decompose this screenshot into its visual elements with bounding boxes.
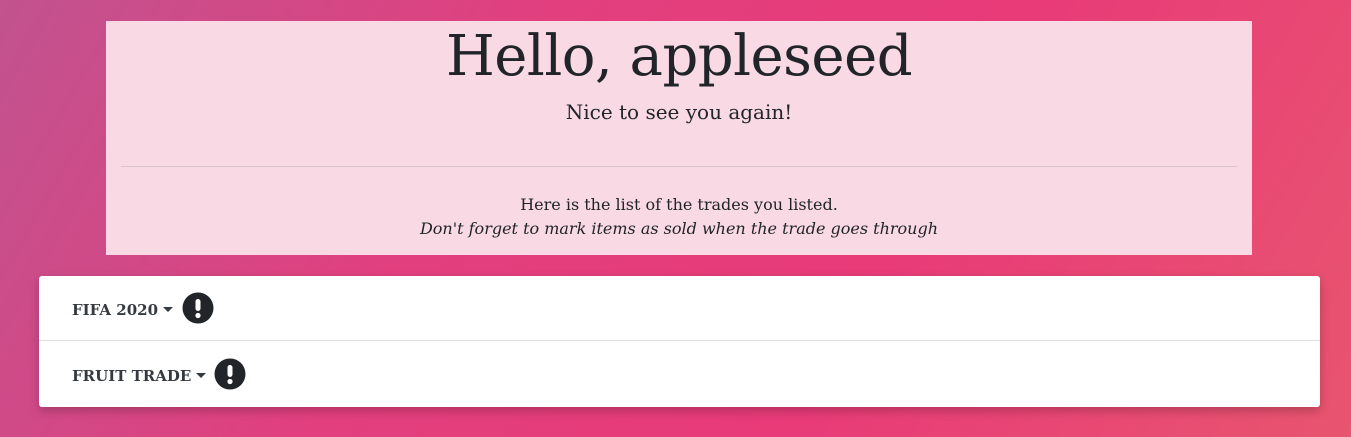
- trade-dropdown-toggle[interactable]: FIFA 2020: [72, 300, 174, 320]
- exclamation-circle-icon[interactable]: [182, 292, 214, 324]
- welcome-banner: Hello, appleseed Nice to see you again! …: [106, 21, 1252, 255]
- trades-info-text: Here is the list of the trades you liste…: [520, 195, 838, 214]
- trade-item: FIFA 2020: [39, 276, 1320, 341]
- trades-list: FIFA 2020 FRUIT TRADE: [39, 276, 1320, 407]
- trade-dropdown-toggle[interactable]: FRUIT TRADE: [72, 366, 207, 386]
- trade-item: FRUIT TRADE: [39, 342, 1320, 407]
- greeting-subtitle: Nice to see you again!: [565, 100, 793, 124]
- greeting-title: Hello, appleseed: [445, 24, 913, 89]
- caret-down-icon: [196, 373, 207, 378]
- trade-name: FIFA 2020: [72, 301, 159, 319]
- banner-divider: [121, 166, 1237, 167]
- trade-name: FRUIT TRADE: [72, 367, 192, 385]
- caret-down-icon: [163, 307, 174, 312]
- trades-reminder-note: Don't forget to mark items as sold when …: [419, 219, 939, 238]
- exclamation-circle-icon[interactable]: [214, 358, 246, 390]
